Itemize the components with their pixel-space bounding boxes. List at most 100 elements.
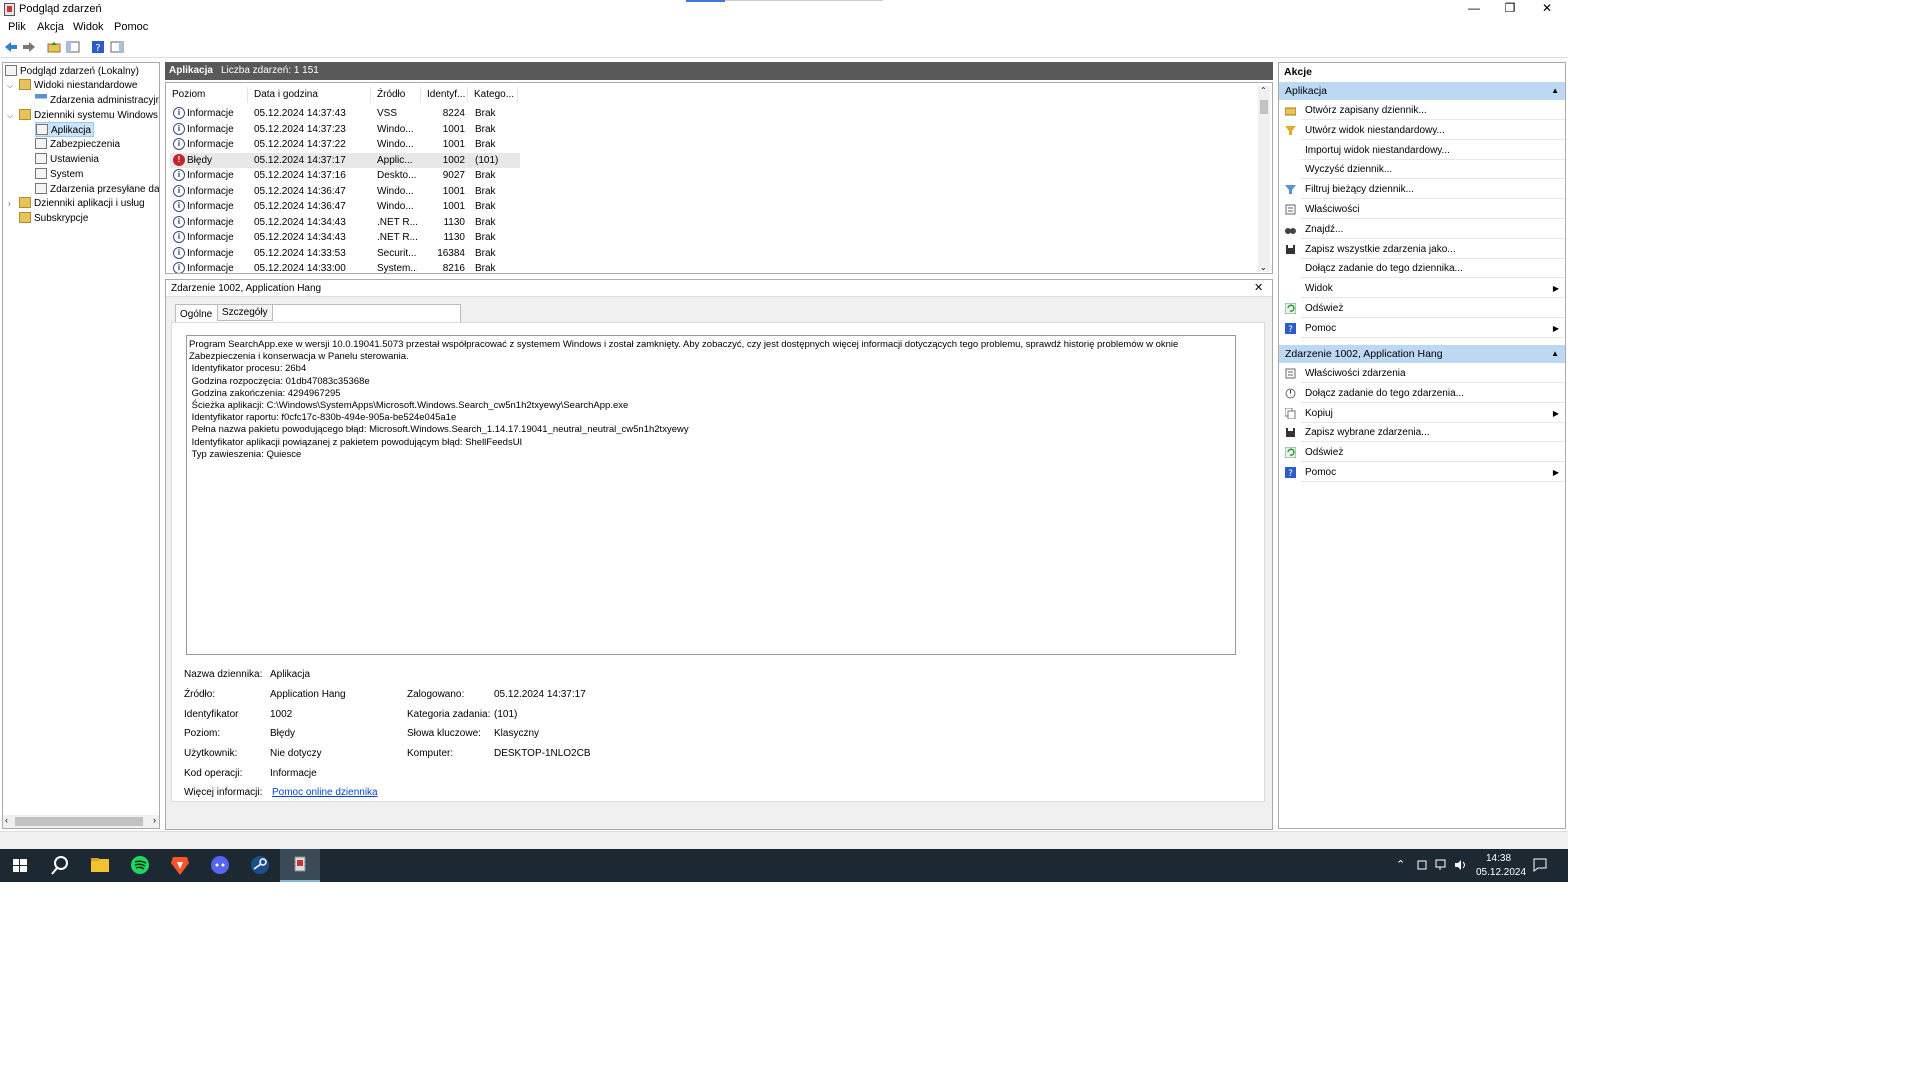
folder-icon [19,212,31,223]
more-info-label: Więcej informacji: [184,787,262,798]
chevron-down-icon[interactable]: ⌄ [1260,263,1267,272]
action-item[interactable]: ?Pomoc▶ [1279,319,1565,338]
clock-date[interactable]: 05.12.2024 [1476,867,1526,878]
network-icon[interactable] [1435,859,1449,871]
show-hide-tree-icon[interactable] [66,40,80,54]
column-date[interactable]: Data i godzina [254,87,371,103]
tree-windows-logs[interactable]: Dzienniki systemu Windows [19,108,158,123]
action-item[interactable]: Otwórz zapisany dziennik... [1279,101,1565,120]
volume-icon[interactable] [1454,859,1468,871]
table-row[interactable]: iInformacje05.12.2024 14:37:23Windo...10… [170,122,520,137]
section-application[interactable]: Aplikacja▲ [1279,82,1565,100]
chevron-down-icon[interactable]: ⌵ [7,78,15,93]
notifications-icon[interactable] [1533,858,1547,872]
help-icon[interactable]: ? [91,40,105,54]
up-folder-icon[interactable] [47,40,61,54]
file-explorer-icon[interactable] [80,849,120,882]
action-item[interactable]: Dołącz zadanie do tego dziennika... [1279,259,1565,278]
list-vertical-scrollbar[interactable]: ⌃ ⌄ [1258,86,1270,272]
chevron-right-icon[interactable]: › [8,196,16,211]
column-category[interactable]: Katego... [474,87,518,103]
table-row[interactable]: iInformacje05.12.2024 14:33:00System...8… [170,261,520,274]
tray-device-icon[interactable] [1416,859,1428,871]
clock-time[interactable]: 14:38 [1486,853,1511,864]
table-row[interactable]: iInformacje05.12.2024 14:36:47Windo...10… [170,199,520,214]
tree-horizontal-scrollbar[interactable]: ‹ › [3,815,159,828]
menu-file[interactable]: Plik [8,21,26,33]
online-help-link[interactable]: Pomoc online dziennika [272,787,378,798]
table-row[interactable]: iInformacje05.12.2024 14:37:22Windo...10… [170,137,520,152]
chevron-up-icon[interactable]: ▲ [1551,82,1559,100]
action-label: Właściwości zdarzenia [1305,364,1406,383]
action-item[interactable]: Importuj widok niestandardowy... [1279,141,1565,160]
table-row[interactable]: iInformacje05.12.2024 14:33:53Securit...… [170,246,520,261]
tree-system[interactable]: System [35,167,83,182]
event-description[interactable]: Program SearchApp.exe w wersji 10.0.1904… [186,335,1236,655]
table-row[interactable]: iInformacje05.12.2024 14:34:43.NET R...1… [170,230,520,245]
search-icon[interactable] [40,849,80,882]
opcode-value: Informacje [270,768,317,779]
action-item[interactable]: Właściwości [1279,200,1565,219]
tree-custom-views[interactable]: Widoki niestandardowe [19,78,137,93]
details-close-icon[interactable]: ✕ [1254,281,1263,294]
table-row[interactable]: iInformacje05.12.2024 14:36:47Windo...10… [170,184,520,199]
taskbar-event-viewer[interactable] [280,849,320,882]
action-item[interactable]: Odśwież [1279,443,1565,462]
spotify-icon[interactable] [120,849,160,882]
action-item[interactable]: Kopiuj▶ [1279,404,1565,423]
action-item[interactable]: Filtruj bieżący dziennik... [1279,180,1565,199]
chevron-up-icon[interactable]: ⌃ [1260,86,1267,95]
section-event[interactable]: Zdarzenie 1002, Application Hang▲ [1279,345,1565,363]
show-action-pane-icon[interactable] [110,40,124,54]
close-button[interactable]: ✕ [1529,0,1565,19]
folder-open-icon [1285,105,1296,116]
steam-icon[interactable] [240,849,280,882]
tree-subscriptions[interactable]: Subskrypcje [19,211,88,226]
column-source[interactable]: Źródło [377,87,421,103]
action-item[interactable]: Widok▶ [1279,279,1565,298]
menu-view[interactable]: Widok [73,21,104,33]
scrollbar-thumb[interactable] [1260,100,1268,114]
action-item[interactable]: Zapisz wybrane zdarzenia... [1279,423,1565,442]
chevron-right-icon[interactable]: › [153,815,156,825]
action-item[interactable]: Utwórz widok niestandardowy... [1279,121,1565,140]
discord-icon[interactable] [200,849,240,882]
action-item[interactable]: Zapisz wszystkie zdarzenia jako... [1279,240,1565,259]
action-item[interactable]: Właściwości zdarzenia [1279,364,1565,383]
chevron-up-icon[interactable]: ▲ [1551,345,1559,363]
column-id[interactable]: Identyf... [427,87,468,103]
restore-button[interactable]: ❐ [1492,0,1528,19]
tab-details[interactable]: Szczegóły [217,304,273,321]
tree-setup[interactable]: Ustawienia [35,152,99,167]
action-item[interactable]: Wyczyść dziennik... [1279,160,1565,179]
action-item[interactable]: Znajdź... [1279,220,1565,239]
tree-root[interactable]: Podgląd zdarzeń (Lokalny) [5,64,139,79]
table-row[interactable]: iInformacje05.12.2024 14:37:43VSS8224Bra… [170,106,520,121]
table-row[interactable]: iInformacje05.12.2024 14:37:16Deskto...9… [170,168,520,183]
tree-forwarded[interactable]: Zdarzenia przesyłane dalej [35,182,160,197]
chevron-down-icon[interactable]: ⌵ [7,108,15,123]
chevron-left-icon[interactable]: ‹ [5,815,8,825]
description-line: Zabezpieczenia i konserwacja w Panelu st… [189,351,1233,363]
back-arrow-icon[interactable] [4,40,18,54]
title-accent-line [725,0,883,1]
tree-security[interactable]: Zabezpieczenia [35,137,120,152]
menu-help[interactable]: Pomoc [114,21,148,33]
column-level[interactable]: Poziom [172,87,248,103]
action-item[interactable]: Odśwież [1279,299,1565,318]
table-row[interactable]: !Błędy05.12.2024 14:37:17Applic...1002(1… [170,153,520,168]
tree-admin-events[interactable]: Zdarzenia administracyjne [35,93,160,108]
tree-app-service-logs[interactable]: Dzienniki aplikacji i usług [19,196,145,211]
scrollbar-thumb[interactable] [15,817,143,826]
computer-label: Komputer: [407,748,453,759]
brave-icon[interactable] [160,849,200,882]
menu-action[interactable]: Akcja [37,21,64,33]
forward-arrow-icon[interactable] [22,40,36,54]
tree-application[interactable]: Aplikacja [35,122,94,137]
table-row[interactable]: iInformacje05.12.2024 14:34:43.NET R...1… [170,215,520,230]
minimize-button[interactable]: — [1456,0,1492,19]
action-item[interactable]: Dołącz zadanie do tego zdarzenia... [1279,384,1565,403]
tray-chevron-up-icon[interactable]: ⌃ [1396,858,1405,871]
action-item[interactable]: ?Pomoc▶ [1279,463,1565,482]
start-windows-icon[interactable] [0,849,40,882]
